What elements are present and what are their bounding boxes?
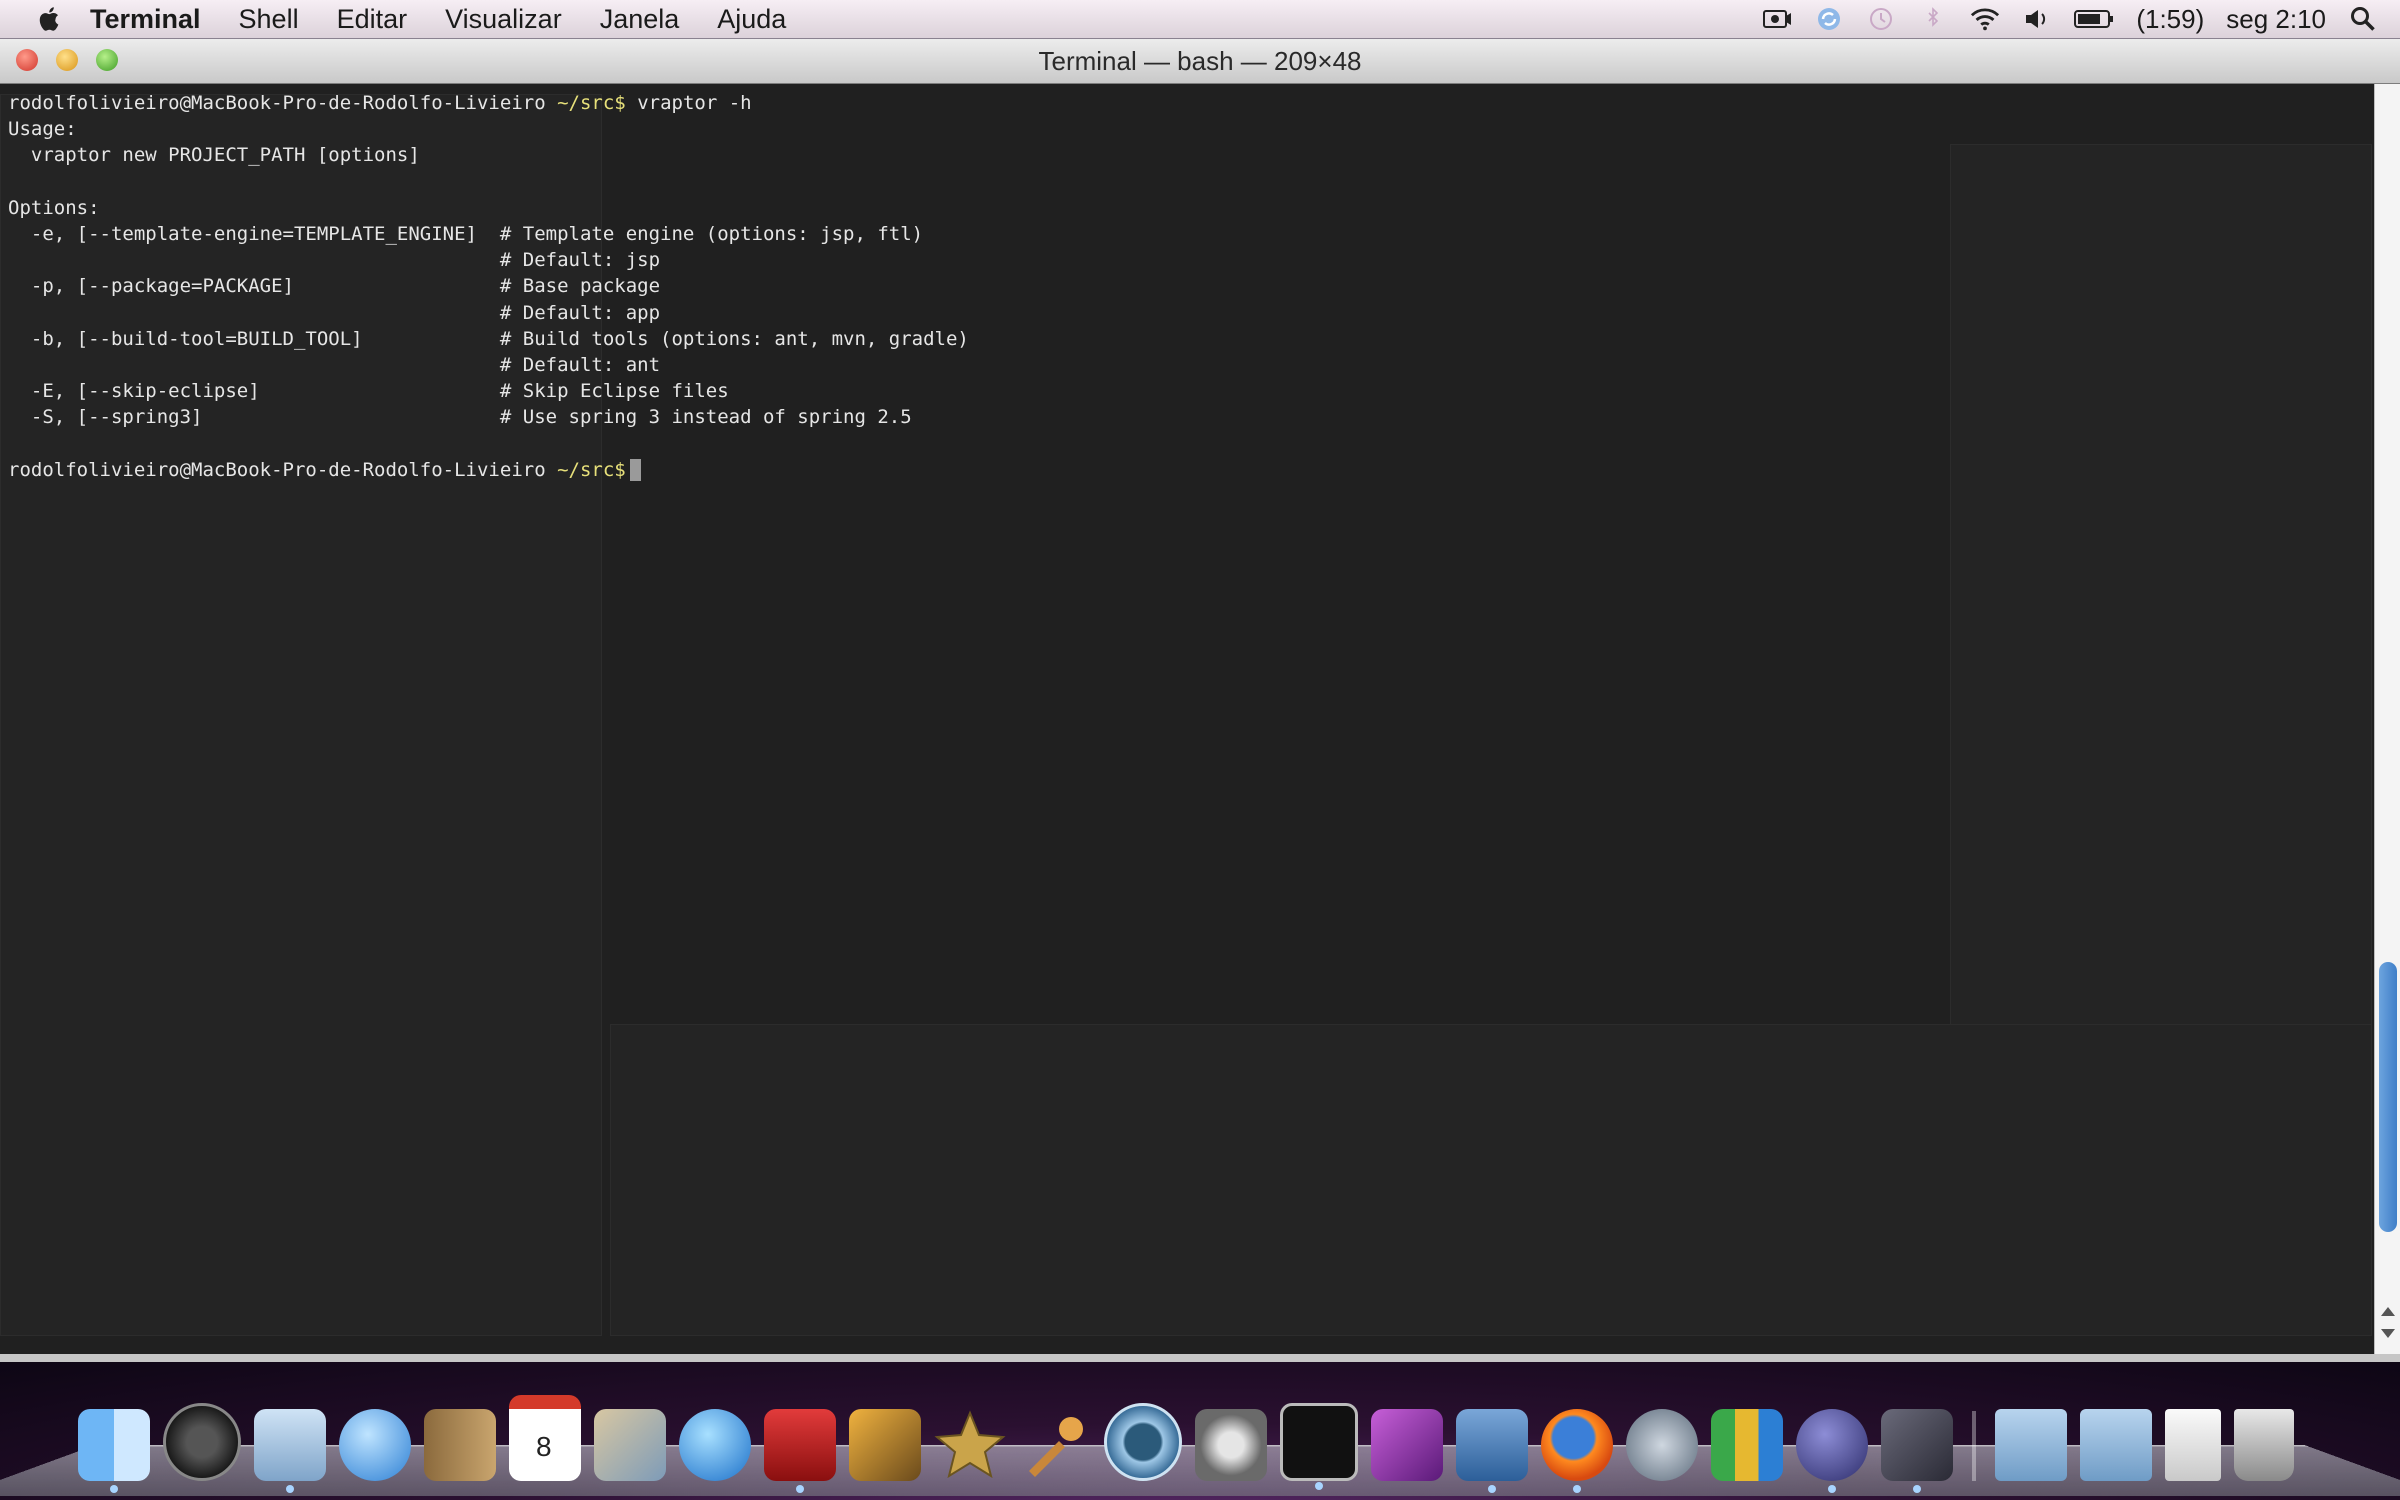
volume-icon[interactable] xyxy=(2022,4,2052,34)
output-line: -S, [--spring3] # Use spring 3 instead o… xyxy=(8,406,912,429)
terminal-content-area[interactable]: rodolfolivieiro@MacBook-Pro-de-Rodolfo-L… xyxy=(0,84,2374,1354)
keynote-icon[interactable] xyxy=(1456,1409,1528,1493)
ichat-icon[interactable] xyxy=(339,1409,411,1481)
output-line: -p, [--package=PACKAGE] # Base package xyxy=(8,275,661,298)
output-line: -E, [--skip-eclipse] # Skip Eclipse file… xyxy=(8,380,729,403)
dock: 8 xyxy=(78,1385,2294,1493)
output-line: Options: xyxy=(8,196,100,219)
running-indicator xyxy=(110,1485,118,1493)
iphoto-icon[interactable] xyxy=(594,1409,666,1481)
address-book-icon[interactable] xyxy=(424,1409,496,1481)
time-machine-icon[interactable] xyxy=(1104,1403,1182,1481)
finder-icon[interactable] xyxy=(78,1409,150,1493)
output-line: # Default: ant xyxy=(8,354,661,377)
wifi-icon[interactable] xyxy=(1970,4,2000,34)
output-line: -e, [--template-engine=TEMPLATE_ENGINE] … xyxy=(8,223,924,246)
running-indicator xyxy=(286,1485,294,1493)
prompt-path: ~/src$ xyxy=(557,92,626,114)
battery-icon[interactable] xyxy=(2074,4,2114,34)
firefox-icon[interactable] xyxy=(1541,1409,1613,1493)
svg-text:8: 8 xyxy=(536,1431,552,1462)
output-line: # Default: app xyxy=(8,301,661,324)
battery-time: (1:59) xyxy=(2136,3,2205,34)
background-window-bottom-pane xyxy=(610,1024,2372,1336)
running-indicator xyxy=(1573,1485,1581,1493)
running-indicator xyxy=(1488,1485,1496,1493)
eclipse-icon[interactable] xyxy=(1796,1409,1868,1493)
applications-folder-icon[interactable] xyxy=(1995,1409,2067,1481)
output-line: # Default: jsp xyxy=(8,249,661,272)
garageband-icon[interactable] xyxy=(1019,1409,1091,1481)
entered-command: vraptor -h xyxy=(637,92,752,114)
prompt-path: ~/src$ xyxy=(557,458,626,481)
numbers-icon[interactable] xyxy=(1711,1409,1783,1481)
time-machine-status-icon[interactable] xyxy=(1866,4,1896,34)
output-line: Usage: xyxy=(8,118,77,141)
output-line: -b, [--build-tool=BUILD_TOOL] # Build to… xyxy=(8,327,969,350)
menu-bar: Terminal Shell Editar Visualizar Janela … xyxy=(0,0,2400,39)
bluetooth-icon[interactable] xyxy=(1918,4,1948,34)
scroll-down-arrow-icon[interactable] xyxy=(2381,1329,2395,1338)
window-bottom-edge xyxy=(0,1354,2400,1362)
menu-app-terminal[interactable]: Terminal xyxy=(90,4,201,35)
menu-ajuda[interactable]: Ajuda xyxy=(717,4,786,35)
terminal-icon[interactable] xyxy=(1280,1403,1358,1490)
running-indicator xyxy=(1828,1485,1836,1493)
menu-editar[interactable]: Editar xyxy=(337,4,408,35)
terminal-scrollbar[interactable] xyxy=(2374,84,2400,1354)
prompt-user: rodolfolivieiro@MacBook-Pro-de-Rodolfo-L… xyxy=(8,92,546,114)
mail-icon[interactable] xyxy=(254,1409,326,1493)
documents-folder-icon[interactable] xyxy=(2080,1409,2152,1481)
running-indicator xyxy=(1913,1485,1921,1493)
menubar-clock[interactable]: seg 2:10 xyxy=(2226,4,2326,35)
background-window-right-pane xyxy=(1950,144,2372,1096)
menu-janela[interactable]: Janela xyxy=(600,4,680,35)
menu-visualizar[interactable]: Visualizar xyxy=(445,4,562,35)
imovie-icon[interactable] xyxy=(934,1409,1006,1481)
ical-icon[interactable]: 8 xyxy=(509,1395,581,1481)
safari-tool-icon[interactable] xyxy=(1626,1409,1698,1481)
window-title-bar[interactable]: Terminal — bash — 209×48 xyxy=(0,39,2400,84)
spotlight-search-icon[interactable] xyxy=(2348,4,2378,34)
downloads-stack-icon[interactable] xyxy=(2165,1409,2221,1481)
dashboard-icon[interactable] xyxy=(163,1403,241,1481)
itunes-icon[interactable] xyxy=(679,1409,751,1481)
system-preferences-icon[interactable] xyxy=(1195,1409,1267,1481)
running-indicator xyxy=(1315,1482,1323,1490)
trash-icon[interactable] xyxy=(2234,1409,2294,1481)
text-cursor[interactable] xyxy=(629,459,641,482)
xcode-instruments-icon[interactable] xyxy=(1371,1409,1443,1481)
dock-separator xyxy=(1972,1411,1976,1481)
running-indicator xyxy=(796,1485,804,1493)
screen-record-icon[interactable] xyxy=(1762,4,1792,34)
scroll-up-arrow-icon[interactable] xyxy=(2381,1307,2395,1316)
menu-shell[interactable]: Shell xyxy=(239,4,299,35)
sync-status-icon[interactable] xyxy=(1814,4,1844,34)
preview-icon[interactable] xyxy=(849,1409,921,1481)
quicktime-icon[interactable] xyxy=(1881,1409,1953,1493)
apple-menu-icon[interactable] xyxy=(36,5,60,33)
prompt-user: rodolfolivieiro@MacBook-Pro-de-Rodolfo-L… xyxy=(8,458,546,481)
photo-booth-icon[interactable] xyxy=(764,1409,836,1493)
terminal-output: rodolfolivieiro@MacBook-Pro-de-Rodolfo-L… xyxy=(8,90,969,483)
output-line: vraptor new PROJECT_PATH [options] xyxy=(8,144,420,167)
window-title: Terminal — bash — 209×48 xyxy=(1038,46,1362,76)
scrollbar-thumb[interactable] xyxy=(2379,962,2397,1232)
